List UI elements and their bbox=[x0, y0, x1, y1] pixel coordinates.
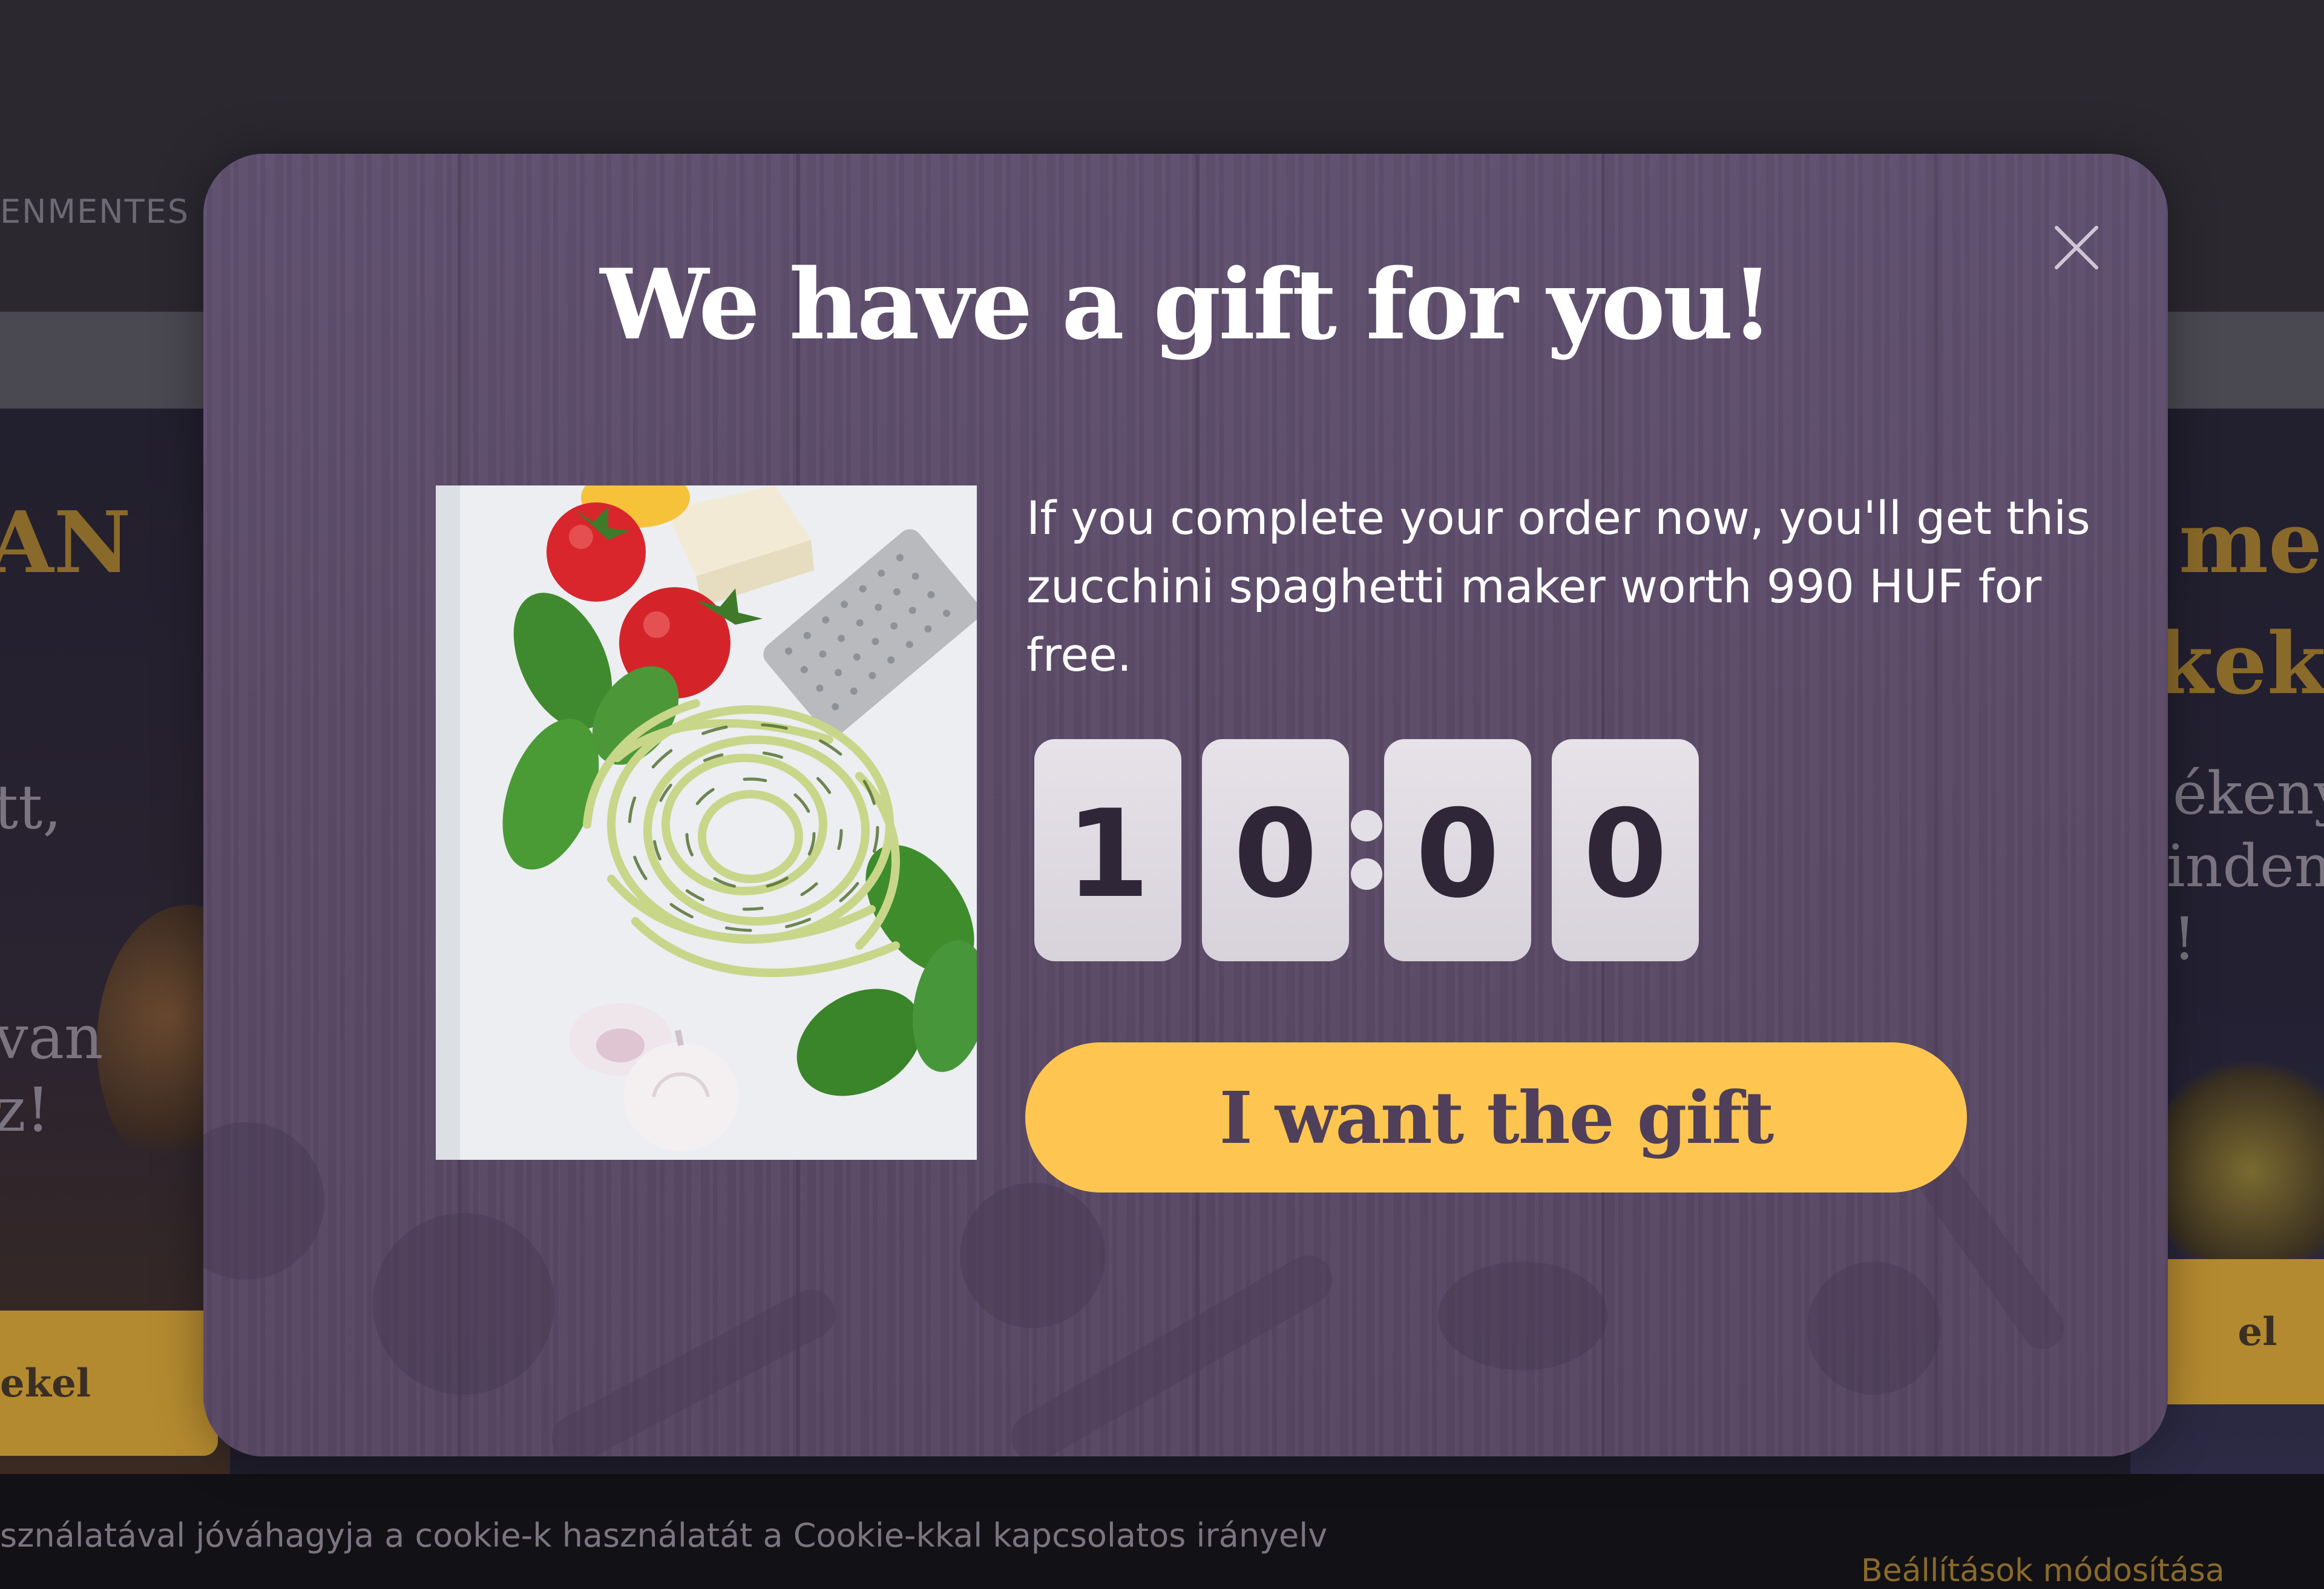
hero-left-line-1: tt, bbox=[0, 772, 62, 843]
hero-right-heading-2: kek bbox=[2155, 614, 2324, 714]
hero-left-button[interactable]: ekel bbox=[0, 1311, 218, 1456]
countdown-digit-seconds-tens: 0 bbox=[1384, 739, 1531, 961]
zucchini-spaghetti-image bbox=[436, 485, 977, 1160]
spice-bowl-decoration bbox=[960, 1183, 1105, 1328]
countdown-separator bbox=[1349, 739, 1384, 961]
spice-bowl-decoration bbox=[373, 1213, 554, 1395]
hero-right-button[interactable]: el bbox=[2155, 1259, 2324, 1404]
gift-description: If you complete your order now, you'll g… bbox=[1026, 491, 2090, 682]
hero-right-line-1: ékeny bbox=[2173, 760, 2324, 827]
hero-right-line-3: ! bbox=[2173, 905, 2196, 973]
colon-dot bbox=[1351, 858, 1382, 890]
popup-title: We have a gift for you! bbox=[600, 248, 1774, 361]
hero-left-heading: AN bbox=[0, 493, 131, 593]
colon-dot bbox=[1351, 810, 1382, 841]
gift-popup: We have a gift for you! If you complete … bbox=[203, 154, 2168, 1456]
cookie-text: sználatával jóváhagyja a cookie-k haszná… bbox=[0, 1516, 1328, 1554]
countdown-digit-seconds-ones: 0 bbox=[1552, 739, 1699, 961]
want-gift-button[interactable]: I want the gift bbox=[1025, 1042, 1967, 1193]
hero-left-line-2: van bbox=[0, 1002, 103, 1073]
hero-right-heading-1: men bbox=[2179, 493, 2324, 593]
cookie-settings-link[interactable]: Beállítások módosítása bbox=[1861, 1553, 2225, 1589]
countdown-digit-minutes-tens: 1 bbox=[1034, 739, 1181, 961]
spice-bowl-decoration bbox=[1807, 1262, 1940, 1395]
page: ENMENTES AN tt, van z! men kek ékeny ind… bbox=[0, 0, 2324, 1589]
hero-left-line-3: z! bbox=[0, 1074, 50, 1145]
site-nav-item[interactable]: ENMENTES bbox=[0, 192, 189, 231]
scoop-decoration bbox=[1438, 1262, 1607, 1370]
hero-right-line-2: inden bbox=[2167, 832, 2324, 900]
countdown-digit-minutes-ones: 0 bbox=[1202, 739, 1349, 961]
countdown-timer: 1 0 0 0 bbox=[1034, 738, 1699, 962]
